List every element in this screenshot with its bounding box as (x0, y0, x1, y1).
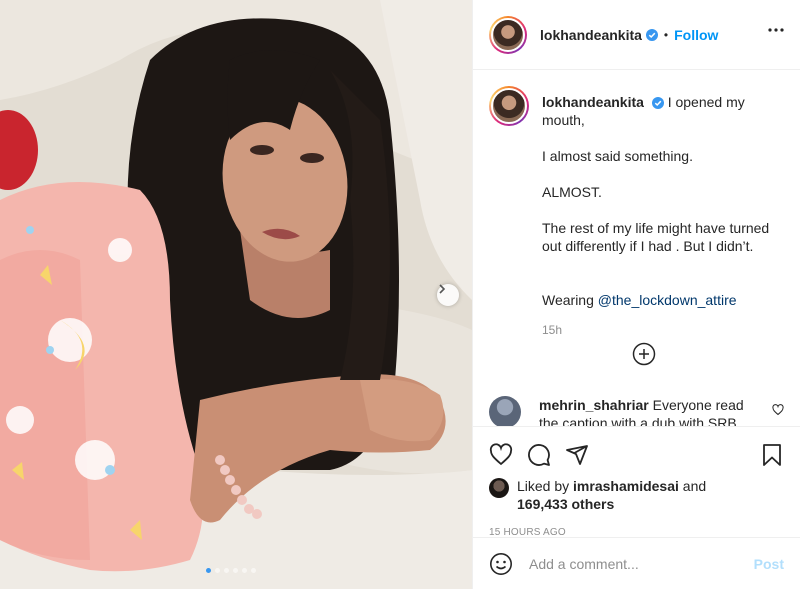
caption-line: ALMOST. (542, 184, 602, 200)
likes-summary: Liked by imrashamidesai and 169,433 othe… (489, 477, 784, 513)
carousel-dot (206, 568, 211, 573)
verified-badge-icon (651, 97, 664, 110)
likes-others-count[interactable]: 169,433 others (517, 496, 614, 512)
post-header: lokhandeankita • Follow (473, 0, 800, 70)
comment-item: mehrin_shahriar Everyone read the captio… (489, 396, 784, 426)
commenter-username[interactable]: mehrin_shahriar (539, 397, 649, 413)
save-button[interactable] (760, 443, 784, 467)
carousel-dot (224, 568, 229, 573)
add-comments-icon[interactable] (632, 342, 656, 366)
caption-avatar[interactable] (489, 86, 529, 126)
carousel-dot (233, 568, 238, 573)
caption-timestamp[interactable]: 15h (542, 321, 784, 339)
share-icon (566, 445, 588, 465)
comment-like-heart-icon[interactable] (772, 404, 784, 416)
caption-username[interactable]: lokhandeankita (542, 94, 644, 110)
chevron-right-icon (439, 284, 446, 294)
carousel-next-button[interactable] (437, 284, 459, 306)
heart-icon (489, 443, 513, 466)
verified-badge-icon (645, 28, 658, 41)
more-options-icon[interactable] (768, 28, 784, 32)
share-button[interactable] (565, 443, 589, 467)
commenter-avatar[interactable] (489, 396, 521, 426)
caption-line: The rest of my life might have turned ou… (542, 220, 770, 254)
bookmark-icon (763, 444, 781, 466)
like-button[interactable] (489, 443, 513, 467)
add-comment-form: Post (473, 537, 800, 589)
comment-icon (528, 444, 550, 466)
liker-avatar[interactable] (489, 478, 509, 498)
liked-and-label: and (682, 478, 707, 494)
emoji-icon (490, 552, 512, 575)
follow-button[interactable]: Follow (674, 27, 718, 43)
caption-wearing-label: Wearing (542, 292, 594, 308)
comment-input[interactable] (529, 555, 754, 572)
caption-mention-link[interactable]: @the_lockdown_attire (598, 292, 737, 308)
liker-username[interactable]: imrashamidesai (573, 478, 679, 494)
post-photo[interactable] (0, 0, 472, 589)
header-separator: • (663, 27, 669, 42)
carousel-dot (242, 568, 247, 573)
author-username[interactable]: lokhandeankita (540, 27, 642, 43)
liked-by-label: Liked by (517, 478, 570, 494)
post-comment-button[interactable]: Post (754, 556, 784, 572)
comment-button[interactable] (527, 443, 551, 467)
caption: lokhandeankita I opened my mouth, I almo… (489, 86, 784, 339)
caption-area: lokhandeankita I opened my mouth, I almo… (473, 70, 800, 386)
post-sidebar: lokhandeankita • Follow lokhandeankita I… (472, 0, 800, 589)
caption-line: I almost said something. (542, 148, 693, 164)
photo-illustration (0, 0, 472, 589)
carousel-dot (251, 568, 256, 573)
carousel-dot (215, 568, 220, 573)
emoji-button[interactable] (489, 552, 513, 576)
author-avatar[interactable] (489, 15, 527, 54)
post-actions: Liked by imrashamidesai and 169,433 othe… (473, 426, 800, 538)
carousel-indicator (206, 568, 256, 573)
